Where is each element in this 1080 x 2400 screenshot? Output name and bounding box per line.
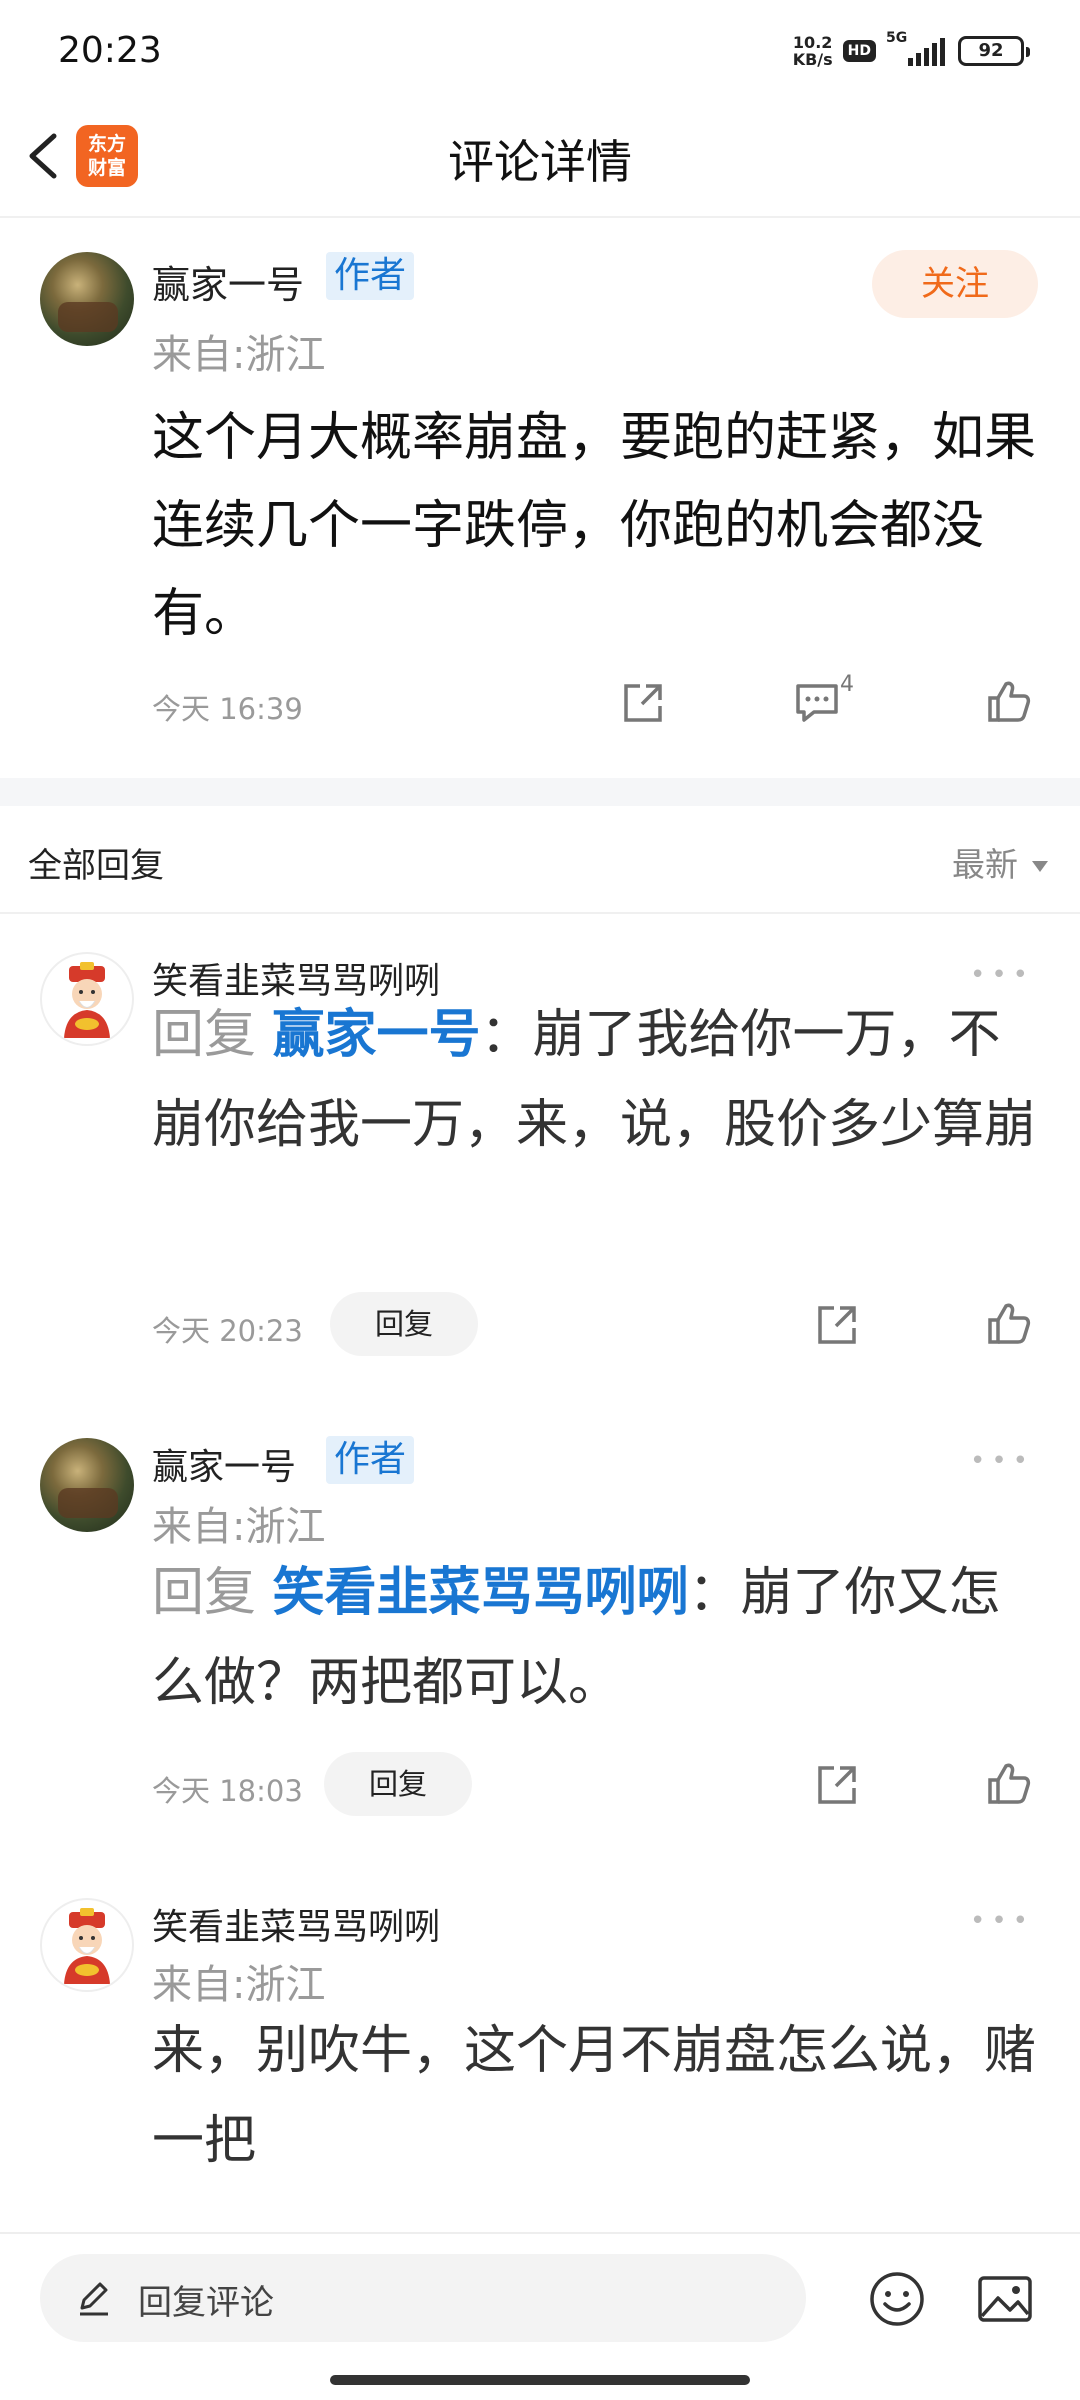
pen-icon	[80, 2282, 108, 2316]
avatar[interactable]	[40, 952, 134, 1046]
share-button[interactable]	[814, 1302, 860, 1348]
reply-username[interactable]: 赢家一号	[152, 1438, 296, 1490]
replies-header: 全部回复 最新	[0, 806, 1080, 914]
signal-icon: 5G	[886, 30, 948, 68]
comment-button[interactable]	[794, 680, 840, 726]
emoji-button[interactable]	[868, 2270, 926, 2328]
god-of-wealth-avatar-icon	[64, 1908, 110, 1984]
reply-time: 今天 20:23	[152, 1314, 303, 1348]
battery-icon: 92	[958, 36, 1030, 66]
avatar[interactable]	[40, 1898, 134, 1992]
sort-dropdown[interactable]: 最新	[952, 838, 1048, 886]
comment-text: 这个月大概率崩盘，要跑的赶紧，如果连续几个一字跌停，你跑的机会都没有。	[152, 408, 1037, 644]
mention-link[interactable]: 笑看韭菜骂骂咧咧	[273, 1563, 689, 1623]
reply-text: 来，别吹牛，这个月不崩盘怎么说，赌一把	[152, 2021, 1037, 2171]
like-button[interactable]	[986, 1760, 1032, 1806]
comment-location: 来自:浙江	[152, 332, 326, 378]
image-icon	[978, 2276, 1032, 2322]
share-icon	[818, 1766, 856, 1804]
reply-username[interactable]: 笑看韭菜骂骂咧咧	[152, 1898, 440, 1950]
comment-time: 今天 16:39	[152, 692, 303, 726]
reply-text: 回复 笑看韭菜骂骂咧咧：崩了你又怎么做？两把都可以。	[152, 1563, 1001, 1713]
more-icon[interactable]: •••	[970, 1906, 1034, 1936]
status-time: 20:23	[58, 30, 162, 71]
like-button[interactable]	[986, 1300, 1032, 1346]
reply-input-placeholder: 回复评论	[138, 2283, 274, 2323]
replies-title: 全部回复	[28, 846, 164, 886]
avatar[interactable]	[40, 1438, 134, 1532]
mention-link[interactable]: 赢家一号	[273, 1005, 481, 1065]
like-icon	[988, 1303, 1031, 1344]
avatar[interactable]	[40, 252, 134, 346]
reply-time: 今天 18:03	[152, 1774, 303, 1808]
caret-down-icon	[1032, 861, 1048, 872]
author-badge: 作者	[326, 252, 415, 300]
comment-icon	[796, 684, 838, 722]
comment-username[interactable]: 赢家一号	[152, 254, 304, 309]
hd-badge: HD	[842, 40, 876, 62]
more-icon[interactable]: •••	[970, 1446, 1034, 1476]
share-icon	[818, 1306, 856, 1344]
image-button[interactable]	[976, 2270, 1034, 2328]
nav-bar: 东方 财富 评论详情	[0, 100, 1080, 218]
emoji-icon	[870, 2272, 924, 2326]
reply-location: 来自:浙江	[152, 1962, 326, 2008]
reply-button[interactable]: 回复	[330, 1292, 478, 1356]
reply-comment-input[interactable]: 回复评论	[40, 2254, 806, 2342]
status-icons: 10.2 KB/s HD 5G 92	[792, 30, 1030, 69]
comment-count: 4	[840, 672, 854, 697]
reply-location: 来自:浙江	[152, 1504, 326, 1550]
author-badge: 作者	[326, 1436, 415, 1484]
reply-item: 笑看韭菜骂骂咧咧 ••• 来自:浙江 来，别吹牛，这个月不崩盘怎么说，赌一把	[0, 1898, 1080, 2232]
reply-item: 笑看韭菜骂骂咧咧 ••• 回复 赢家一号：崩了我给你一万，不崩你给我一万，来，说…	[0, 952, 1080, 1372]
section-divider	[0, 778, 1080, 806]
share-icon	[624, 684, 662, 722]
god-of-wealth-avatar-icon	[64, 962, 110, 1038]
like-icon	[988, 681, 1031, 722]
status-bar: 20:23 10.2 KB/s HD 5G 92	[0, 0, 1080, 100]
net-speed: 10.2 KB/s	[792, 33, 833, 69]
home-indicator[interactable]	[330, 2375, 750, 2385]
reply-button[interactable]: 回复	[324, 1752, 472, 1816]
like-icon	[988, 1763, 1031, 1804]
main-comment: 赢家一号 作者 来自:浙江 关注 这个月大概率崩盘，要跑的赶紧，如果连续几个一字…	[0, 218, 1080, 778]
follow-button[interactable]: 关注	[872, 250, 1038, 318]
reply-item: 赢家一号 作者 ••• 来自:浙江 回复 笑看韭菜骂骂咧咧：崩了你又怎么做？两把…	[0, 1436, 1080, 1818]
share-button[interactable]	[814, 1762, 860, 1808]
share-button[interactable]	[620, 680, 666, 726]
reply-text: 回复 赢家一号：崩了我给你一万，不崩你给我一万，来，说，股价多少算崩	[152, 1005, 1037, 1155]
more-icon[interactable]: •••	[970, 960, 1034, 990]
page-title: 评论详情	[448, 135, 632, 189]
like-button[interactable]	[986, 678, 1032, 724]
